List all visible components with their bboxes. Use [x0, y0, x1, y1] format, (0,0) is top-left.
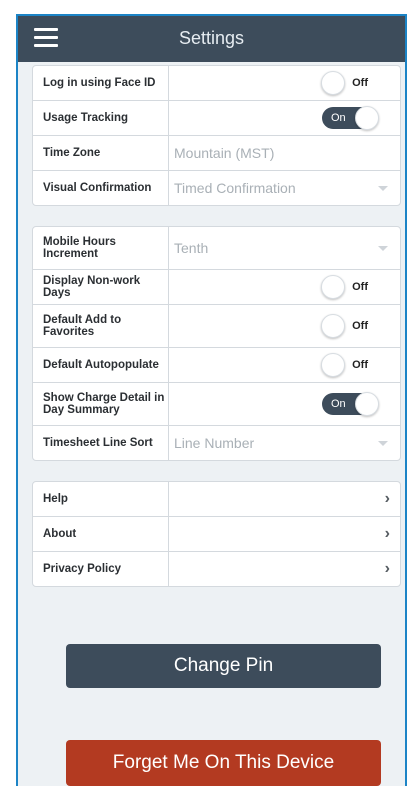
row-face-id[interactable]: Log in using Face ID Off — [33, 66, 400, 101]
visual-confirmation-select[interactable]: Timed Confirmation — [169, 171, 400, 205]
row-usage-tracking[interactable]: Usage Tracking On — [33, 101, 400, 136]
row-label: Display Non-work Days — [33, 270, 169, 304]
caret-down-icon — [378, 186, 388, 191]
toggle-state: Off — [352, 77, 368, 89]
select-value: Line Number — [174, 435, 255, 451]
row-label: Time Zone — [33, 136, 169, 170]
mobile-hours-increment-select[interactable]: Tenth — [169, 227, 400, 269]
row-value: › — [169, 517, 400, 551]
row-time-zone[interactable]: Time Zone Mountain (MST) — [33, 136, 400, 171]
usage-tracking-toggle[interactable]: On — [322, 106, 379, 130]
row-value: › — [169, 552, 400, 586]
row-value: Off — [169, 305, 400, 347]
page-title: Settings — [178, 28, 245, 48]
row-visual-confirmation[interactable]: Visual Confirmation Timed Confirmation — [33, 171, 400, 205]
row-label: About — [33, 517, 169, 551]
app-header: Settings — [18, 16, 405, 62]
row-label: Timesheet Line Sort — [33, 426, 169, 460]
add-favorites-toggle[interactable]: Off — [321, 314, 378, 338]
chevron-right-icon: › — [384, 490, 390, 507]
toggle-state: Off — [352, 281, 368, 293]
settings-group-general: Log in using Face ID Off Usage Tracking … — [32, 65, 401, 206]
row-value: › — [169, 482, 400, 516]
row-default-add-favorites[interactable]: Default Add to Favorites Off — [33, 305, 400, 348]
row-label: Privacy Policy — [33, 552, 169, 586]
forget-device-button[interactable]: Forget Me On This Device — [66, 740, 381, 786]
row-value: On — [169, 383, 400, 425]
row-label: Show Charge Detail in Day Summary — [33, 383, 169, 425]
row-value: Off — [169, 66, 400, 100]
toggle-knob — [321, 314, 345, 338]
chevron-right-icon: › — [384, 525, 390, 542]
settings-group-info: Help › About › Privacy Policy › — [32, 481, 401, 587]
toggle-state: Off — [352, 320, 368, 332]
row-label: Visual Confirmation — [33, 171, 169, 205]
row-label: Help — [33, 482, 169, 516]
select-value: Timed Confirmation — [174, 180, 296, 196]
face-id-toggle[interactable]: Off — [321, 71, 378, 95]
select-value: Tenth — [174, 240, 209, 256]
charge-detail-toggle[interactable]: On — [322, 392, 379, 416]
row-label: Usage Tracking — [33, 101, 169, 135]
row-value: On — [169, 101, 400, 135]
time-zone-value[interactable]: Mountain (MST) — [169, 136, 400, 170]
autopopulate-toggle[interactable]: Off — [321, 353, 378, 377]
row-show-charge-detail[interactable]: Show Charge Detail in Day Summary On — [33, 383, 400, 426]
row-label: Default Add to Favorites — [33, 305, 169, 347]
toggle-knob — [355, 392, 379, 416]
row-display-non-work-days[interactable]: Display Non-work Days Off — [33, 270, 400, 305]
row-timesheet-line-sort[interactable]: Timesheet Line Sort Line Number — [33, 426, 400, 460]
row-value: Off — [169, 270, 400, 304]
toggle-state: On — [331, 112, 346, 124]
non-work-days-toggle[interactable]: Off — [321, 275, 378, 299]
caret-down-icon — [378, 246, 388, 251]
row-help[interactable]: Help › — [33, 482, 400, 517]
caret-down-icon — [378, 441, 388, 446]
settings-screen: Settings Log in using Face ID Off Usage … — [16, 14, 407, 786]
toggle-knob — [355, 106, 379, 130]
row-about[interactable]: About › — [33, 517, 400, 552]
line-sort-select[interactable]: Line Number — [169, 426, 400, 460]
row-label: Default Autopopulate — [33, 348, 169, 382]
row-label: Mobile Hours Increment — [33, 227, 169, 269]
toggle-knob — [321, 353, 345, 377]
toggle-state: Off — [352, 359, 368, 371]
row-value: Off — [169, 348, 400, 382]
toggle-knob — [321, 275, 345, 299]
row-default-autopopulate[interactable]: Default Autopopulate Off — [33, 348, 400, 383]
row-privacy-policy[interactable]: Privacy Policy › — [33, 552, 400, 586]
row-label: Log in using Face ID — [33, 66, 169, 100]
settings-group-timesheet: Mobile Hours Increment Tenth Display Non… — [32, 226, 401, 461]
chevron-right-icon: › — [384, 560, 390, 577]
toggle-state: On — [331, 398, 346, 410]
change-pin-button[interactable]: Change Pin — [66, 644, 381, 688]
row-mobile-hours-increment[interactable]: Mobile Hours Increment Tenth — [33, 227, 400, 270]
toggle-knob — [321, 71, 345, 95]
